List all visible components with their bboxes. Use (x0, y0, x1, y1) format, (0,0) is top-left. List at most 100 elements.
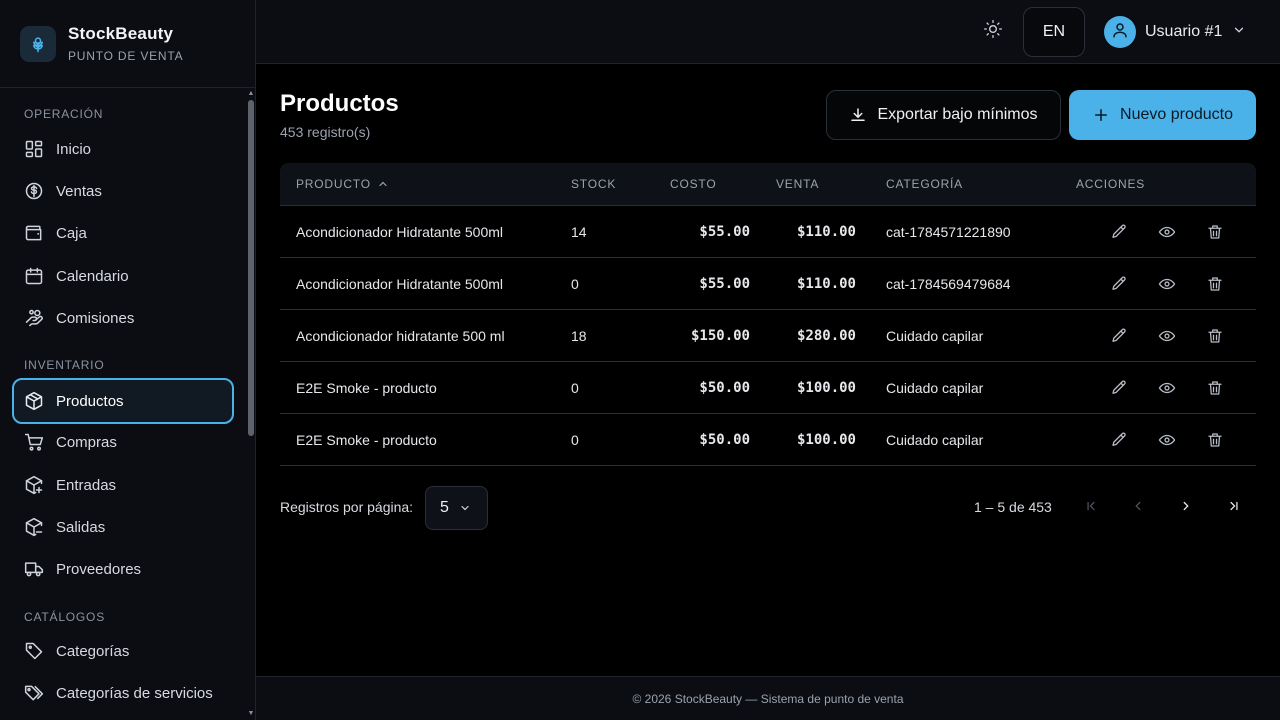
scroll-thumb[interactable] (248, 100, 254, 436)
sidebar-item-label: Compras (56, 433, 117, 451)
view-icon[interactable] (1156, 377, 1178, 399)
sidebar-item-categorias[interactable]: Categorías (12, 630, 234, 672)
cell-actions (1076, 325, 1256, 347)
sidebar-nav: OPERACIÓN Inicio Ventas Caja Calendario … (0, 88, 246, 720)
sidebar-item-comisiones[interactable]: Comisiones (12, 297, 234, 339)
chevron-right-icon (1179, 499, 1193, 518)
column-header-stock: STOCK (571, 177, 617, 191)
products-table: PRODUCTO STOCK COSTO VENTA CATEGORÍA ACC… (280, 163, 1256, 466)
view-icon[interactable] (1156, 325, 1178, 347)
delete-icon[interactable] (1204, 273, 1226, 295)
sidebar-item-salidas[interactable]: Salidas (12, 506, 234, 548)
brand[interactable]: StockBeauty PUNTO DE VENTA (0, 0, 255, 88)
cell-stock: 14 (571, 223, 587, 240)
cell-product: Acondicionador hidratante 500 ml (296, 327, 505, 344)
cell-cost: $150.00 (690, 327, 750, 344)
sidebar-item-productos[interactable]: Productos (12, 378, 234, 424)
export-label: Exportar bajo mínimos (877, 106, 1038, 123)
sidebar-item-label: Categorías (56, 642, 130, 660)
download-icon (849, 106, 867, 124)
cell-cost: $55.00 (699, 275, 750, 292)
previous-page-button[interactable] (1127, 497, 1149, 519)
record-count: 453 registro(s) (280, 124, 371, 140)
sidebar-item-categorias-servicios[interactable]: Categorías de servicios (12, 672, 234, 714)
avatar (1104, 16, 1136, 48)
delete-icon[interactable] (1204, 325, 1226, 347)
column-header-costo: COSTO (670, 177, 717, 191)
sidebar-item-label: Ventas (56, 182, 102, 200)
column-header-producto[interactable]: PRODUCTO (280, 177, 571, 191)
page-title: Productos (280, 90, 399, 117)
user-icon (1111, 21, 1129, 44)
cell-cost: $55.00 (699, 223, 750, 240)
first-page-button[interactable] (1080, 497, 1102, 519)
sidebar-item-inicio[interactable]: Inicio (12, 128, 234, 170)
cell-product: Acondicionador Hidratante 500ml (296, 275, 504, 292)
sidebar-item-label: Proveedores (56, 560, 142, 578)
brand-name: StockBeauty (68, 24, 174, 43)
edit-icon[interactable] (1108, 429, 1130, 451)
sidebar-item-ventas[interactable]: Ventas (12, 170, 234, 212)
delete-icon[interactable] (1204, 377, 1226, 399)
view-icon[interactable] (1156, 221, 1178, 243)
sidebar-item-label: Categorías de servicios (56, 684, 213, 702)
column-header-categoria: CATEGORÍA (886, 177, 963, 191)
sun-icon (983, 19, 1003, 44)
user-menu[interactable]: Usuario #1 (1104, 15, 1246, 49)
next-page-button[interactable] (1175, 497, 1197, 519)
cell-category: Cuidado capilar (886, 379, 984, 396)
dollar-circle-icon (24, 181, 44, 201)
brand-subtitle: PUNTO DE VENTA (68, 49, 184, 63)
new-product-button[interactable]: Nuevo producto (1069, 90, 1256, 140)
column-header-venta: VENTA (776, 177, 820, 191)
scroll-down-icon[interactable]: ▼ (247, 710, 255, 718)
edit-icon[interactable] (1108, 273, 1130, 295)
export-low-stock-button[interactable]: Exportar bajo mínimos (826, 90, 1061, 140)
delete-icon[interactable] (1204, 429, 1226, 451)
cell-actions (1076, 429, 1256, 451)
truck-icon (24, 559, 44, 579)
last-page-button[interactable] (1223, 497, 1245, 519)
table-row: E2E Smoke - producto 0 $50.00 $100.00 Cuidad… (280, 414, 1256, 466)
new-product-label: Nuevo producto (1120, 106, 1233, 123)
edit-icon[interactable] (1108, 221, 1130, 243)
last-page-icon (1227, 499, 1241, 518)
cell-sale: $110.00 (796, 275, 856, 292)
flower-icon (20, 25, 56, 62)
view-icon[interactable] (1156, 429, 1178, 451)
sidebar-item-proveedores[interactable]: Proveedores (12, 548, 234, 590)
edit-icon[interactable] (1108, 325, 1130, 347)
main-content: Productos 453 registro(s) Exportar bajo … (256, 64, 1280, 676)
topbar: EN Usuario #1 (256, 0, 1280, 64)
section-title-catalogos: CATÁLOGOS (24, 610, 105, 624)
sidebar-item-label: Inicio (56, 140, 92, 158)
sidebar: StockBeauty PUNTO DE VENTA OPERACIÓN Ini… (0, 0, 256, 720)
sidebar-item-compras[interactable]: Compras (12, 421, 234, 463)
section-title-inventario: INVENTARIO (24, 358, 105, 372)
table-row: Acondicionador hidratante 500 ml 18 $150.0… (280, 310, 1256, 362)
table-header: PRODUCTO STOCK COSTO VENTA CATEGORÍA ACC… (280, 163, 1256, 206)
plus-icon (1092, 106, 1110, 124)
language-button[interactable]: EN (1023, 7, 1085, 57)
view-icon[interactable] (1156, 273, 1178, 295)
rows-per-page-select[interactable]: 5 (425, 486, 488, 530)
sidebar-item-calendario[interactable]: Calendario (12, 255, 234, 297)
chevron-down-icon (1232, 23, 1246, 42)
sidebar-item-caja[interactable]: Caja (12, 212, 234, 254)
cell-actions (1076, 273, 1256, 295)
wallet-icon (24, 223, 44, 243)
rows-per-page-value: 5 (440, 499, 449, 516)
delete-icon[interactable] (1204, 221, 1226, 243)
scroll-up-icon[interactable]: ▲ (247, 90, 255, 98)
sidebar-item-label: Entradas (56, 476, 117, 494)
sidebar-scrollbar[interactable]: ▲ ▼ (246, 88, 256, 720)
cell-stock: 0 (571, 275, 579, 292)
sidebar-item-label: Productos (56, 392, 124, 410)
sidebar-item-label: Calendario (56, 267, 129, 285)
pagination-range: 1 – 5 de 453 (974, 499, 1052, 515)
table-row: Acondicionador Hidratante 500ml 14 $55.00 $… (280, 206, 1256, 258)
sidebar-item-entradas[interactable]: Entradas (12, 464, 234, 506)
theme-toggle-button[interactable] (980, 18, 1006, 44)
edit-icon[interactable] (1108, 377, 1130, 399)
sidebar-item-label: Caja (56, 224, 87, 242)
